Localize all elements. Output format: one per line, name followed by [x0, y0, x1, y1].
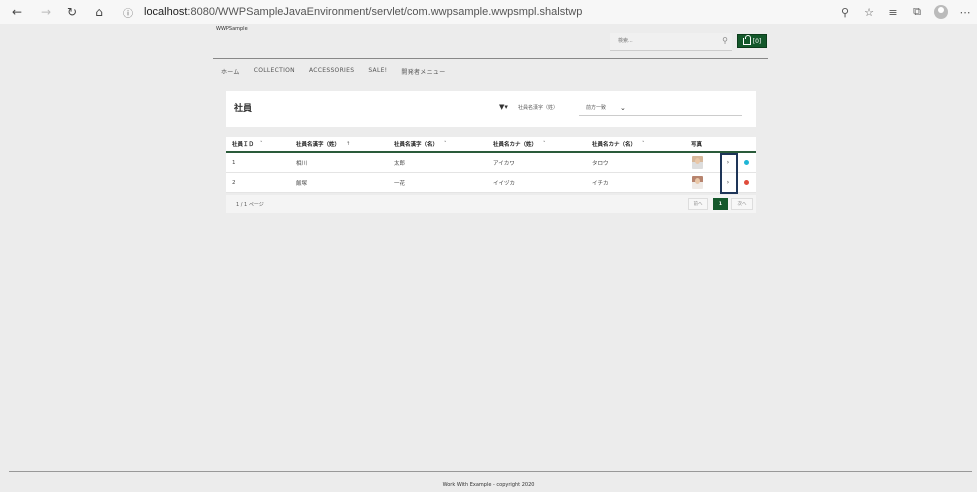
cell-id: 1: [232, 159, 236, 166]
column-header-last-kana[interactable]: 社員名カナ（姓） ˅: [493, 137, 546, 151]
forward-icon[interactable]: →: [35, 1, 57, 23]
filter-panel: 社員 ▼▾ 社員名漢字（姓） 前方一致 ⌄: [226, 91, 756, 127]
collections-icon[interactable]: ⧉: [906, 1, 928, 23]
row-action-selection: [720, 153, 738, 194]
column-label: 社員名漢字（名）: [394, 142, 439, 148]
column-header-first-name[interactable]: 社員名漢字（名） ˅: [394, 137, 447, 151]
profile-icon[interactable]: [930, 1, 952, 23]
filter-icon[interactable]: ▼▾: [499, 103, 508, 111]
brand-label: WWPSample: [216, 26, 248, 32]
cell-first-kana: タロウ: [592, 160, 609, 167]
employee-grid: 社員ＩＤ ˅ 社員名漢字（姓） ↑ 社員名漢字（名） ˅ 社員名カナ（姓） ˅ 社員名カ…: [226, 137, 756, 193]
page-title: 社員: [234, 104, 253, 114]
cell-last-kana: アイカワ: [493, 160, 515, 167]
browser-actions: ⚲ ☆ ≡ ⧉ ⋯: [833, 0, 977, 24]
search-box: ⚲: [610, 33, 732, 51]
page: WWPSample ⚲ [0] ホーム COLLECTION ACCESSORI…: [0, 24, 977, 492]
sort-icon: ˅: [260, 141, 263, 147]
column-header-photo: 写真: [691, 137, 702, 151]
footer-divider: [9, 471, 972, 472]
main-menu: ホーム COLLECTION ACCESSORIES SALE! 開発者メニュー: [221, 67, 460, 76]
search-input[interactable]: [610, 33, 710, 49]
sort-icon: ↑: [346, 141, 351, 147]
column-label: 写真: [691, 142, 703, 148]
sort-icon: ˅: [642, 141, 645, 147]
column-header-id[interactable]: 社員ＩＤ ˅: [232, 137, 263, 151]
sort-icon: ˅: [543, 141, 546, 147]
prev-page-button[interactable]: 前へ: [688, 198, 708, 210]
favorites-list-icon[interactable]: ≡: [882, 1, 904, 23]
column-label: 社員名カナ（名）: [592, 142, 637, 148]
home-icon[interactable]: ⌂: [88, 1, 110, 23]
chevron-down-icon: ⌄: [620, 103, 626, 112]
address-bar[interactable]: ⓘ localhost:8080/WWPSampleJavaEnvironmen…: [120, 2, 810, 22]
menu-item-home[interactable]: ホーム: [221, 67, 240, 76]
cell-id: 2: [232, 179, 236, 186]
next-page-button[interactable]: 次へ: [731, 198, 753, 210]
status-dot: [744, 160, 749, 165]
cell-first-kana: イチカ: [592, 180, 609, 187]
menu-item-collection[interactable]: COLLECTION: [254, 67, 295, 76]
shopping-bag-icon: [742, 34, 751, 45]
column-label: 社員ＩＤ: [232, 142, 255, 148]
browser-toolbar: ← → ↻ ⌂ ⓘ localhost:8080/WWPSampleJavaEn…: [0, 0, 977, 24]
footer-text: Work With Example - copyright 2020: [442, 482, 535, 488]
table-row[interactable]: 2 飯塚 一花 イイヅカ イチカ ›: [226, 173, 756, 193]
url-path: :8080/WWPSampleJavaEnvironment/servlet/c…: [187, 6, 583, 18]
column-label: 社員名漢字（姓）: [296, 142, 341, 148]
employee-photo: [692, 176, 703, 189]
menu-item-developer[interactable]: 開発者メニュー: [401, 67, 445, 76]
grid-header: 社員ＩＤ ˅ 社員名漢字（姓） ↑ 社員名漢字（名） ˅ 社員名カナ（姓） ˅ 社員名カ…: [226, 137, 756, 153]
cell-photo: [692, 173, 703, 192]
employee-photo: [692, 156, 703, 169]
column-header-first-kana[interactable]: 社員名カナ（名） ˅: [592, 137, 645, 151]
cell-last-kana: イイヅカ: [493, 180, 516, 187]
cell-last-name: 飯塚: [296, 180, 308, 187]
menu-item-accessories[interactable]: ACCESSORIES: [309, 67, 354, 76]
cell-first-name: 太郎: [394, 160, 406, 167]
refresh-icon[interactable]: ↻: [61, 1, 83, 23]
filter-operator-value: 前方一致: [586, 105, 607, 111]
favorite-star-icon[interactable]: ☆: [858, 1, 880, 23]
zoom-icon[interactable]: ⚲: [834, 1, 856, 23]
status-indicator: [744, 173, 749, 192]
column-label: 社員名カナ（姓）: [493, 142, 538, 148]
sort-icon: ˅: [444, 141, 447, 147]
page-info: 1 / 1 ページ: [236, 202, 264, 208]
search-icon[interactable]: ⚲: [722, 36, 728, 45]
filter-operator-select[interactable]: 前方一致 ⌄: [579, 100, 742, 116]
cart-button[interactable]: [0]: [737, 34, 767, 48]
more-options-icon[interactable]: ⋯: [954, 1, 976, 23]
cell-first-name: 一花: [394, 180, 406, 187]
menu-item-sale[interactable]: SALE!: [368, 67, 387, 76]
header-divider: [213, 58, 768, 59]
status-indicator: [744, 153, 749, 172]
filter-label: 社員名漢字（姓）: [518, 105, 559, 111]
status-dot: [744, 180, 749, 185]
cell-last-name: 相川: [296, 160, 308, 167]
back-icon[interactable]: ←: [6, 1, 28, 23]
site-info-icon[interactable]: ⓘ: [120, 4, 136, 20]
pagination: 1 / 1 ページ 前へ 1 次へ: [226, 195, 756, 213]
url-host: localhost: [144, 6, 188, 18]
column-header-last-name[interactable]: 社員名漢字（姓） ↑: [296, 137, 350, 151]
page-button-current[interactable]: 1: [713, 198, 728, 210]
cart-count: [0]: [752, 37, 762, 45]
table-row[interactable]: 1 相川 太郎 アイカワ タロウ ›: [226, 153, 756, 173]
cell-photo: [692, 153, 703, 172]
